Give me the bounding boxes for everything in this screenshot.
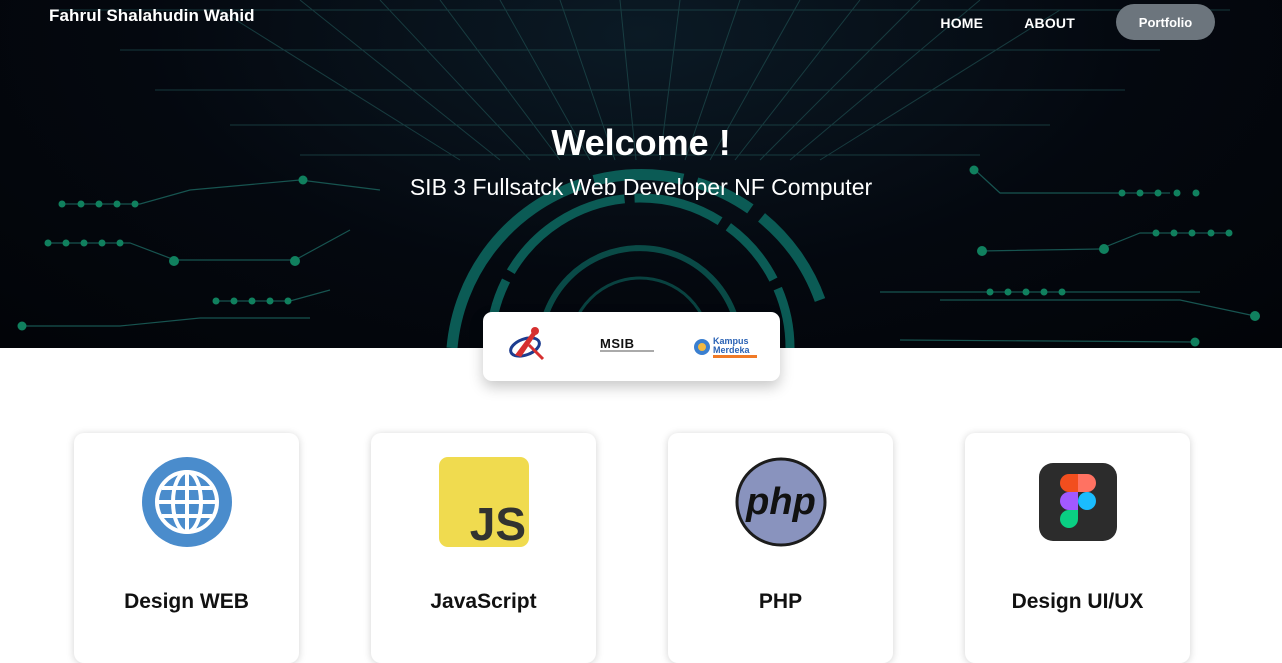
main-nav: HOME ABOUT Portfolio xyxy=(940,4,1215,40)
hero-title: Welcome ! xyxy=(551,122,731,163)
skill-card-title: PHP xyxy=(758,590,803,613)
skill-card-javascript[interactable]: JS JavaScript xyxy=(371,433,596,663)
partner-logos-card: MSIB Kampus Merdeka xyxy=(483,312,780,381)
javascript-icon: JS xyxy=(371,456,596,548)
nav-home-link[interactable]: HOME xyxy=(940,15,983,31)
hero-subtitle: SIB 3 Fullsatck Web Developer NF Compute… xyxy=(409,174,873,200)
nav-portfolio-button[interactable]: Portfolio xyxy=(1116,4,1215,40)
svg-text:JS: JS xyxy=(469,498,525,548)
skill-card-title: Design UI/UX xyxy=(1011,590,1144,613)
msib-text: MSIB xyxy=(600,336,635,351)
skill-card-design-web[interactable]: Design WEB xyxy=(74,433,299,663)
hero-banner: Fahrul Shalahudin Wahid HOME ABOUT Portf… xyxy=(0,0,1282,348)
figma-icon xyxy=(965,456,1190,548)
php-icon: php xyxy=(668,456,893,548)
svg-text:Merdeka: Merdeka xyxy=(713,345,751,355)
svg-text:php: php xyxy=(745,481,816,523)
kampus-merdeka-logo: Kampus Merdeka xyxy=(689,330,767,362)
brand-name[interactable]: Fahrul Shalahudin Wahid xyxy=(49,6,255,26)
globe-icon xyxy=(74,456,299,548)
nav-about-link[interactable]: ABOUT xyxy=(1024,15,1075,31)
skill-card-design-ui-ux[interactable]: Design UI/UX xyxy=(965,433,1190,663)
skill-card-title: JavaScript xyxy=(430,590,537,613)
skill-card-title: Design WEB xyxy=(124,590,249,613)
skill-card-php[interactable]: php PHP xyxy=(668,433,893,663)
msib-logo: MSIB xyxy=(595,334,659,356)
nf-computer-logo xyxy=(505,324,549,364)
